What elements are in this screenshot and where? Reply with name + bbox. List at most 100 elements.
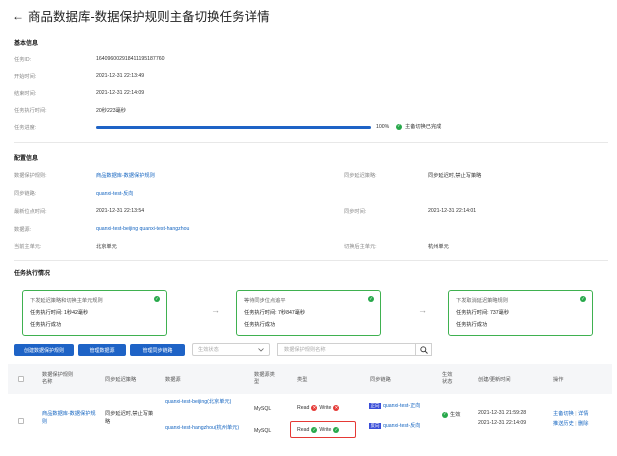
delay-strategy-value: 同步延迟时,禁止写策略 [428, 173, 482, 179]
select-all-checkbox[interactable] [18, 376, 24, 382]
step-card-head: 下发取消延迟策略规则 [456, 298, 508, 304]
step-card-time: 任务执行时间: 737毫秒 [456, 310, 510, 316]
row-status-text: 生效 [450, 412, 461, 418]
progress-label: 任务进度: [14, 125, 37, 131]
check-circle-icon: ✓ [154, 295, 160, 302]
th-ops: 操作 [553, 377, 564, 383]
progress-bar [96, 126, 371, 129]
step-card-status: 任务执行成功 [456, 322, 488, 328]
latest-point-value: 2021-12-31 22:13:54 [96, 208, 145, 214]
check-circle-icon: ✓ [442, 411, 448, 418]
latest-point-label: 最新位点时间: [14, 209, 47, 215]
step-card-3: 下发取消延迟策略规则 ✓ 任务执行时间: 737毫秒 任务执行成功 [448, 290, 593, 336]
end-time-label: 结束时间: [14, 91, 37, 97]
current-unit-value: 北京单元 [96, 244, 117, 250]
row-create-time: 2021-12-31 21:59:28 [478, 410, 527, 416]
read-label: Read [297, 427, 310, 433]
status-select[interactable]: 生效状态 [192, 343, 270, 356]
switch-link[interactable]: 主备切换 [553, 411, 574, 417]
delay-strategy-label: 同步延迟策略: [344, 173, 377, 179]
row-ds1-rw: Read ✕ Write ✕ [297, 404, 340, 411]
row-strategy: 同步延迟时,禁止写策略 [105, 411, 154, 425]
th-sync-link: 同步链路 [370, 377, 391, 383]
basic-info-title: 基本信息 [14, 41, 39, 47]
divider [14, 142, 608, 143]
progress-percent: 100% [376, 124, 390, 130]
new-unit-value: 杭州单元 [428, 244, 449, 250]
execution-title: 任务执行情况 [14, 271, 51, 277]
delete-link[interactable]: 删除 [578, 421, 588, 427]
page-title: 商品数据库-数据保护规则主备切换任务详情 [28, 10, 270, 24]
separator: | [575, 411, 577, 417]
manage-datasource-button[interactable]: 管理数据源 [78, 344, 126, 356]
new-unit-label: 切换后主单元: [344, 244, 377, 250]
error-circle-icon: ✕ [333, 404, 340, 411]
row-datasource-1-link[interactable]: quanxi-test-beijing(北京单元) [165, 398, 243, 406]
row-datasource-2-link[interactable]: quanxi-test-hangzhou(杭州单元) [165, 424, 249, 432]
th-datasource: 数据源 [165, 377, 181, 383]
row-rule-name-link[interactable]: 商品数据库-数据保护规则 [42, 410, 100, 426]
row-sync-link-2[interactable]: 反向 quanxi-test-反向 [369, 422, 431, 430]
step-card-2: 等待同步位点追平 ✓ 任务执行时间: 7秒847毫秒 任务执行成功 [236, 290, 381, 336]
search-icon [419, 345, 428, 354]
forward-tag: 正向 [369, 403, 381, 409]
sync-time-label: 同步时间: [344, 209, 367, 215]
th-rule-name: 数据保护规则名称 [42, 372, 74, 385]
write-label: Write [319, 427, 332, 433]
sync-link-name[interactable]: quanxi-test-反向 [383, 423, 420, 429]
config-info-title: 配置信息 [14, 156, 39, 162]
chevron-down-icon [258, 347, 264, 352]
row-sync-link-1[interactable]: 正向 quanxi-test-正向 [369, 402, 431, 410]
page-header: ← 商品数据库-数据保护规则主备切换任务详情 [12, 6, 270, 25]
datasource-links[interactable]: quanxi-test-beijing quanxi-test-hangzhou [96, 226, 189, 232]
step-card-1: 下发延迟策略和切换主单元规则 ✓ 任务执行时间: 1秒42毫秒 任务执行成功 [22, 290, 167, 336]
reverse-tag: 反向 [369, 423, 381, 429]
divider [14, 260, 608, 261]
step-card-time: 任务执行时间: 1秒42毫秒 [30, 310, 89, 316]
check-circle-icon: ✓ [333, 426, 340, 433]
search-button[interactable] [416, 343, 432, 356]
step-card-status: 任务执行成功 [244, 322, 276, 328]
check-circle-icon: ✓ [396, 123, 402, 130]
row-checkbox[interactable] [18, 418, 24, 424]
protect-rule-label: 数据保护规则: [14, 173, 47, 179]
sync-link-label: 同步链路: [14, 191, 37, 197]
write-label: Write [319, 405, 332, 411]
start-time-value: 2021-12-31 22:13:49 [96, 73, 145, 79]
check-circle-icon: ✓ [368, 295, 374, 302]
th-time: 创建/更新时间 [478, 377, 511, 383]
read-label: Read [297, 405, 310, 411]
arrow-right-icon: → [418, 305, 427, 315]
step-card-head: 等待同步位点追平 [244, 298, 286, 304]
row-ops-line-2: 推送历史 | 删除 [553, 420, 588, 427]
exec-time-value: 20秒223毫秒 [96, 108, 126, 114]
datasource-label: 数据源: [14, 227, 32, 233]
row-ds2-type: MySQL [254, 428, 272, 434]
details-link[interactable]: 详情 [578, 411, 588, 417]
row-ds2-rw: Read ✓ Write ✓ [297, 426, 340, 433]
search-placeholder: 数据保护规则名称 [284, 347, 326, 353]
push-history-link[interactable]: 推送历史 [553, 421, 574, 427]
sync-time-value: 2021-12-31 22:14:01 [428, 208, 477, 214]
step-card-head: 下发延迟策略和切换主单元规则 [30, 298, 103, 304]
step-card-status: 任务执行成功 [30, 322, 62, 328]
th-strategy: 同步延迟策略 [105, 377, 137, 383]
back-arrow-icon[interactable]: ← [12, 9, 24, 23]
create-rule-button[interactable]: 创建数据保护规则 [14, 344, 74, 356]
search-input[interactable]: 数据保护规则名称 [277, 343, 416, 356]
progress-status: ✓ 主备切换已完成 [396, 123, 441, 130]
start-time-label: 开始时间: [14, 74, 37, 80]
row-ops-line-1: 主备切换 | 详情 [553, 410, 588, 417]
manage-sync-link-button[interactable]: 管理同步链路 [130, 344, 185, 356]
th-status: 生效状态 [442, 372, 453, 385]
error-circle-icon: ✕ [311, 404, 318, 411]
progress-status-text: 主备切换已完成 [405, 124, 442, 130]
check-circle-icon: ✓ [311, 426, 318, 433]
sync-link-link[interactable]: quanxi-test-反向 [96, 190, 133, 197]
table-header [8, 364, 612, 394]
protect-rule-link[interactable]: 商品数据库-数据保护规则 [96, 172, 155, 179]
progress-fill [96, 126, 371, 129]
separator: | [575, 421, 577, 427]
arrow-right-icon: → [211, 305, 220, 315]
sync-link-name[interactable]: quanxi-test-正向 [383, 403, 420, 409]
